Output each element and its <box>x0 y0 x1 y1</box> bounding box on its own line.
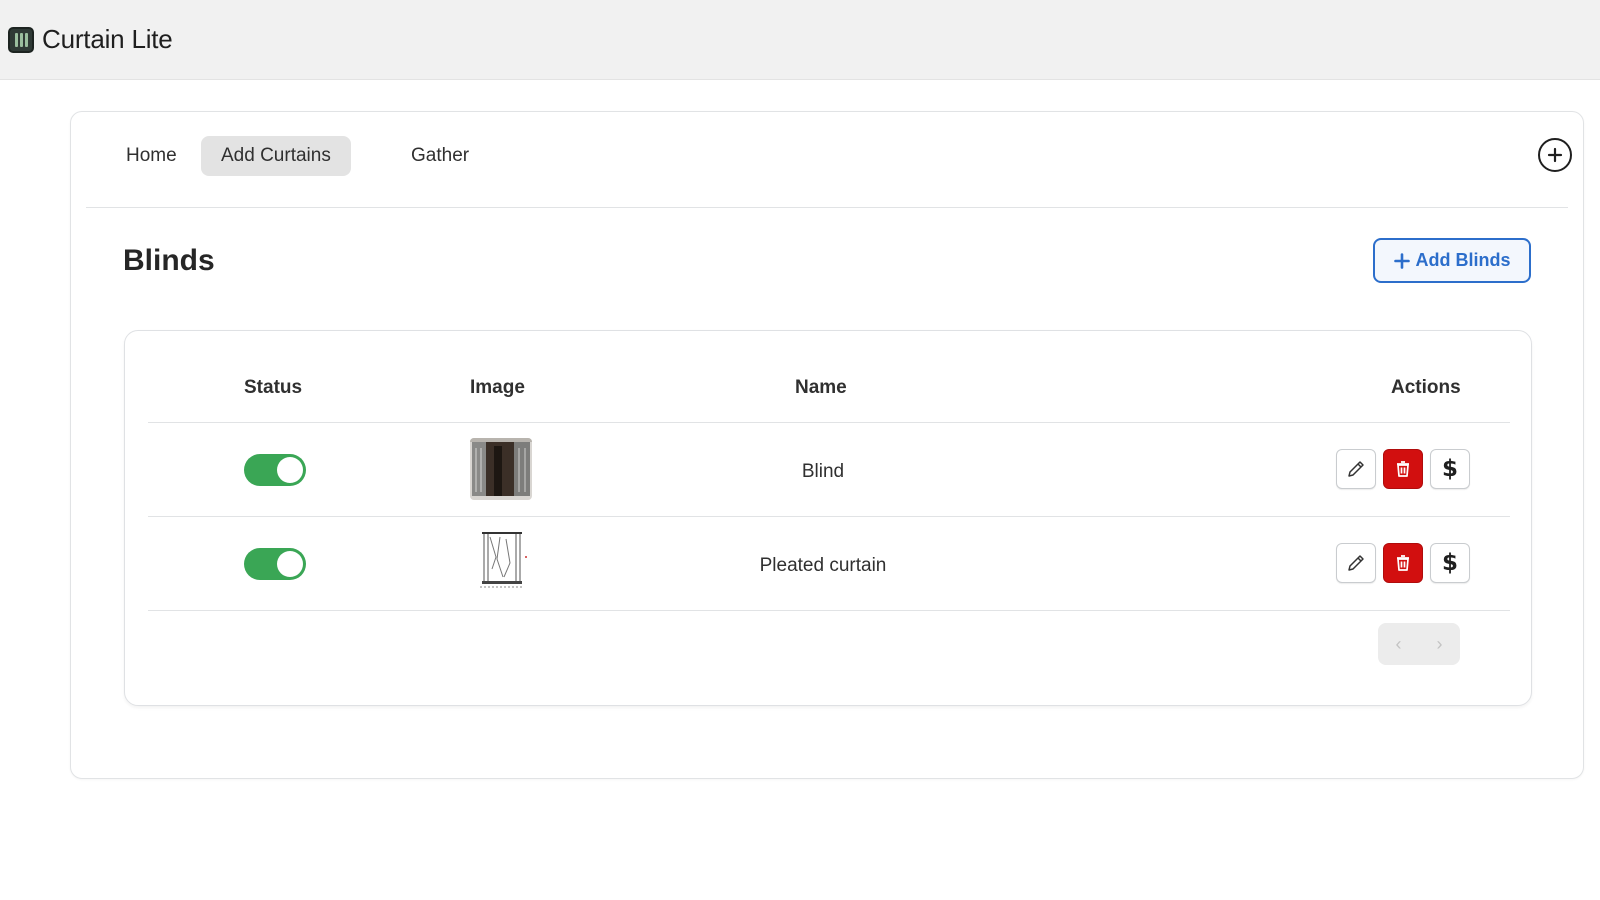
plus-circle-icon[interactable] <box>1538 138 1572 172</box>
tab-add-curtains[interactable]: Add Curtains <box>201 136 351 176</box>
row-name: Pleated curtain <box>759 555 887 576</box>
price-button[interactable]: $ <box>1430 449 1470 489</box>
tab-home[interactable]: Home <box>106 136 197 176</box>
app-title: Curtain Lite <box>42 24 173 54</box>
trash-icon <box>1397 461 1409 477</box>
row-actions: $ <box>1336 543 1470 583</box>
status-toggle[interactable] <box>244 454 306 486</box>
curtain-app-icon <box>8 26 34 53</box>
app-header: Curtain Lite <box>0 0 1600 80</box>
add-blinds-button[interactable]: Add Blinds <box>1373 238 1531 283</box>
curtain-photo <box>470 438 532 500</box>
section-title: Blinds <box>123 244 215 277</box>
trash-icon <box>1397 555 1409 571</box>
delete-button[interactable] <box>1383 449 1423 489</box>
pencil-icon <box>1348 555 1364 571</box>
chevron-left-icon[interactable]: ‹ <box>1396 634 1402 655</box>
status-toggle[interactable] <box>244 548 306 580</box>
pencil-icon <box>1348 461 1364 477</box>
header-status: Status <box>244 377 303 398</box>
header-name: Name <box>795 377 847 398</box>
table-row: Blind $ <box>148 423 1510 517</box>
pagination: ‹ › <box>1378 623 1460 665</box>
plus-icon <box>1393 252 1410 269</box>
chevron-right-icon[interactable]: › <box>1437 634 1443 655</box>
row-name: Blind <box>801 461 845 482</box>
add-blinds-label: Add Blinds <box>1415 250 1511 270</box>
table-header: Status Image Name Actions <box>148 331 1510 423</box>
row-actions: $ <box>1336 449 1470 489</box>
header-actions: Actions <box>1391 377 1461 398</box>
dollar-icon: $ <box>1441 456 1458 482</box>
edit-button[interactable] <box>1336 449 1376 489</box>
nav-tabs: Home Add Curtains Gather <box>86 112 1572 208</box>
tab-gather[interactable]: Gather <box>391 136 489 176</box>
price-button[interactable]: $ <box>1430 543 1470 583</box>
header-image: Image <box>470 377 525 398</box>
table-row: Pleated curtain $ <box>148 517 1510 611</box>
main-card: Home Add Curtains Gather Blinds Add Blin… <box>70 111 1584 779</box>
dollar-icon: $ <box>1441 550 1458 576</box>
pleated-curtain-drawing <box>470 529 532 591</box>
edit-button[interactable] <box>1336 543 1376 583</box>
blinds-table: Status Image Name Actions Blind $ Pleate… <box>124 330 1532 706</box>
delete-button[interactable] <box>1383 543 1423 583</box>
